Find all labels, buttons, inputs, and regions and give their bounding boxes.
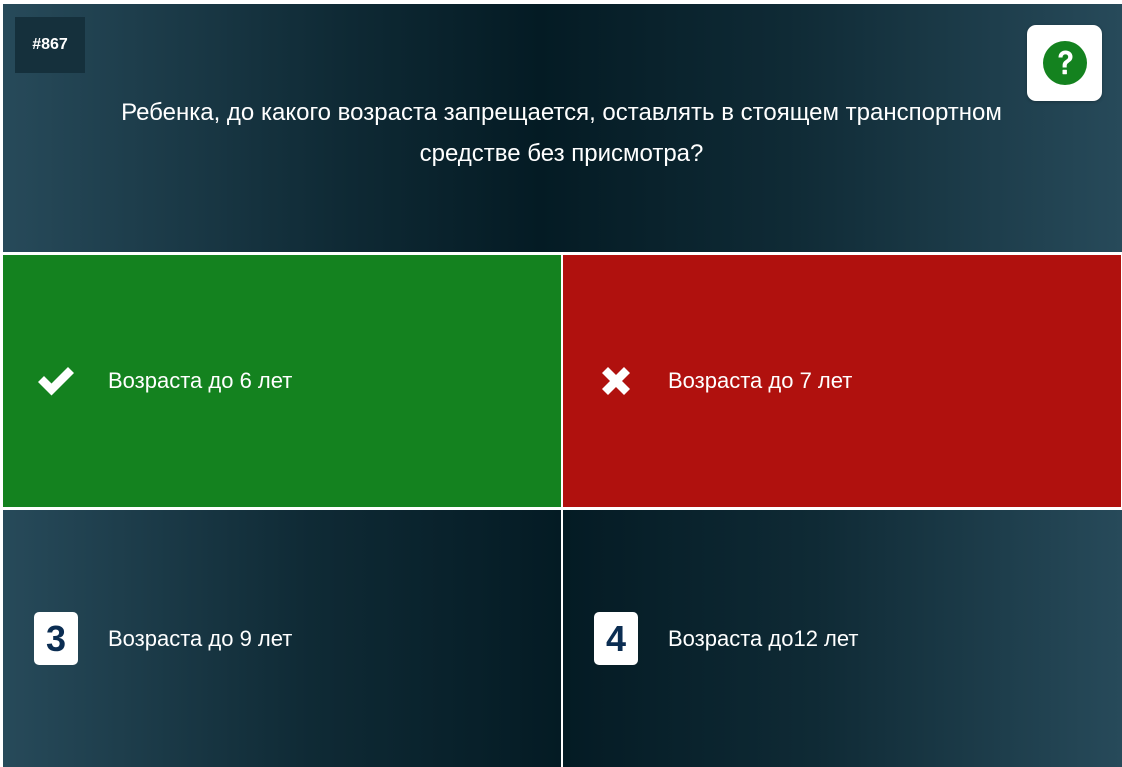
question-circle-icon [1042,41,1087,85]
answer-option-3[interactable]: 3 Возраста до 9 лет [3,510,561,767]
help-button[interactable] [1027,25,1102,101]
answer-label: Возраста до12 лет [668,625,859,651]
cross-icon [593,355,639,407]
answer-number-badge: 4 [594,612,638,665]
question-number: #867 [15,17,85,73]
answer-label: Возраста до 7 лет [668,368,853,393]
answer-option-4[interactable]: 4 Возраста до12 лет [563,510,1122,767]
quiz-frame: #867 Ребенка, до какого возраста запреща… [3,4,1122,767]
answer-label: Возраста до 6 лет [108,368,293,393]
answer-option-2[interactable]: Возраста до 7 лет [563,255,1121,507]
answer-number-badge: 3 [34,612,78,665]
question-panel: #867 Ребенка, до какого возраста запреща… [3,4,1122,252]
question-text: Ребенка, до какого возраста запрещается,… [121,99,1002,167]
check-icon [33,355,79,407]
answer-option-1[interactable]: Возраста до 6 лет [3,255,561,507]
answer-label: Возраста до 9 лет [108,625,293,651]
